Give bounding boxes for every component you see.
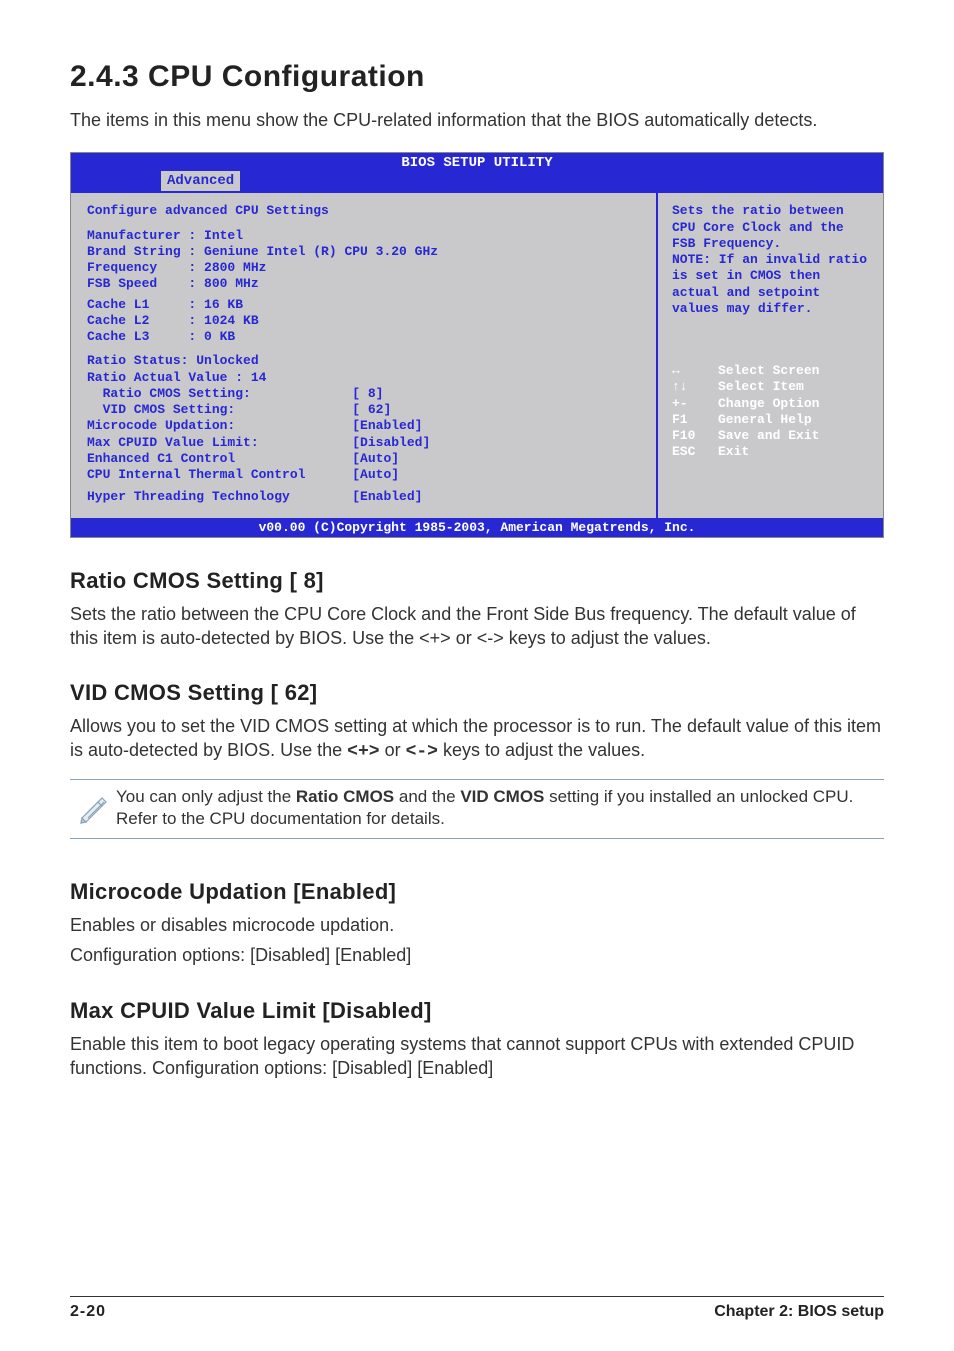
bios-help-text: Sets the ratio between CPU Core Clock an… (672, 203, 873, 317)
bios-screenshot: BIOS SETUP UTILITY Advanced Configure ad… (70, 152, 884, 537)
bios-key-row: +-Change Option (672, 396, 873, 412)
bios-right-panel: Sets the ratio between CPU Core Clock an… (658, 193, 883, 517)
bios-setting-row: Enhanced C1 Control [Auto] (87, 451, 640, 467)
bios-cache-line: Cache L1 : 16 KB (87, 297, 640, 313)
bios-info-line: Frequency : 2800 MHz (87, 260, 640, 276)
bios-header: BIOS SETUP UTILITY Advanced (71, 153, 883, 193)
bios-header-title: BIOS SETUP UTILITY (401, 155, 552, 171)
bios-key-row: F10Save and Exit (672, 428, 873, 444)
chapter-title: Chapter 2: BIOS setup (714, 1303, 884, 1321)
bios-setting-row: CPU Internal Thermal Control [Auto] (87, 467, 640, 483)
note-bold-vid: VID CMOS (460, 787, 544, 806)
bios-setting-row: Hyper Threading Technology [Enabled] (87, 489, 640, 505)
bios-setting-row: VID CMOS Setting: [ 62] (87, 402, 640, 418)
text-fragment: and the (394, 787, 460, 806)
bios-config-title: Configure advanced CPU Settings (87, 203, 640, 219)
bios-cache-line: Cache L2 : 1024 KB (87, 313, 640, 329)
bios-key-row: F1General Help (672, 412, 873, 428)
body-ratio-cmos: Sets the ratio between the CPU Core Cloc… (70, 602, 884, 651)
key-minus: <-> (406, 742, 438, 762)
bios-cache-line: Cache L3 : 0 KB (87, 329, 640, 345)
note-bold-ratio: Ratio CMOS (296, 787, 394, 806)
bios-key-legend: ↔Select Screen↑↓Select Item+-Change Opti… (672, 363, 873, 461)
heading-vid-cmos: VID CMOS Setting [ 62] (70, 680, 884, 706)
bios-tab-advanced: Advanced (161, 171, 240, 191)
body-microcode-1: Enables or disables microcode updation. (70, 913, 884, 937)
page-number: 2-20 (70, 1303, 106, 1321)
note-block: You can only adjust the Ratio CMOS and t… (70, 779, 884, 839)
heading-ratio-cmos: Ratio CMOS Setting [ 8] (70, 568, 884, 594)
body-vid-cmos: Allows you to set the VID CMOS setting a… (70, 714, 884, 765)
text-fragment: You can only adjust the (116, 787, 296, 806)
heading-microcode: Microcode Updation [Enabled] (70, 879, 884, 905)
bios-setting-row: Microcode Updation: [Enabled] (87, 418, 640, 434)
heading-cpuid: Max CPUID Value Limit [Disabled] (70, 998, 884, 1024)
bios-info-line: Brand String : Geniune Intel (R) CPU 3.2… (87, 244, 640, 260)
pencil-icon (70, 786, 116, 830)
intro-text: The items in this menu show the CPU-rela… (70, 108, 884, 132)
body-cpuid: Enable this item to boot legacy operatin… (70, 1032, 884, 1081)
body-microcode-2: Configuration options: [Disabled] [Enabl… (70, 943, 884, 967)
bios-setting-row: Ratio CMOS Setting: [ 8] (87, 386, 640, 402)
note-text: You can only adjust the Ratio CMOS and t… (116, 786, 884, 830)
page-footer: 2-20 Chapter 2: BIOS setup (70, 1296, 884, 1321)
bios-ratio-status: Ratio Status: Unlocked (87, 353, 640, 369)
bios-key-row: ↔Select Screen (672, 363, 873, 379)
section-title: 2.4.3 CPU Configuration (70, 60, 884, 94)
bios-left-panel: Configure advanced CPU Settings Manufact… (71, 193, 658, 517)
bios-key-row: ↑↓Select Item (672, 379, 873, 395)
text-fragment: or (380, 740, 406, 760)
bios-setting-row: Max CPUID Value Limit: [Disabled] (87, 435, 640, 451)
key-plus: <+> (347, 742, 379, 762)
bios-copyright: v00.00 (C)Copyright 1985-2003, American … (71, 518, 883, 537)
bios-info-line: Manufacturer : Intel (87, 228, 640, 244)
bios-info-line: FSB Speed : 800 MHz (87, 276, 640, 292)
bios-ratio-actual: Ratio Actual Value : 14 (87, 370, 640, 386)
text-fragment: keys to adjust the values. (438, 740, 645, 760)
bios-key-row: ESCExit (672, 444, 873, 460)
